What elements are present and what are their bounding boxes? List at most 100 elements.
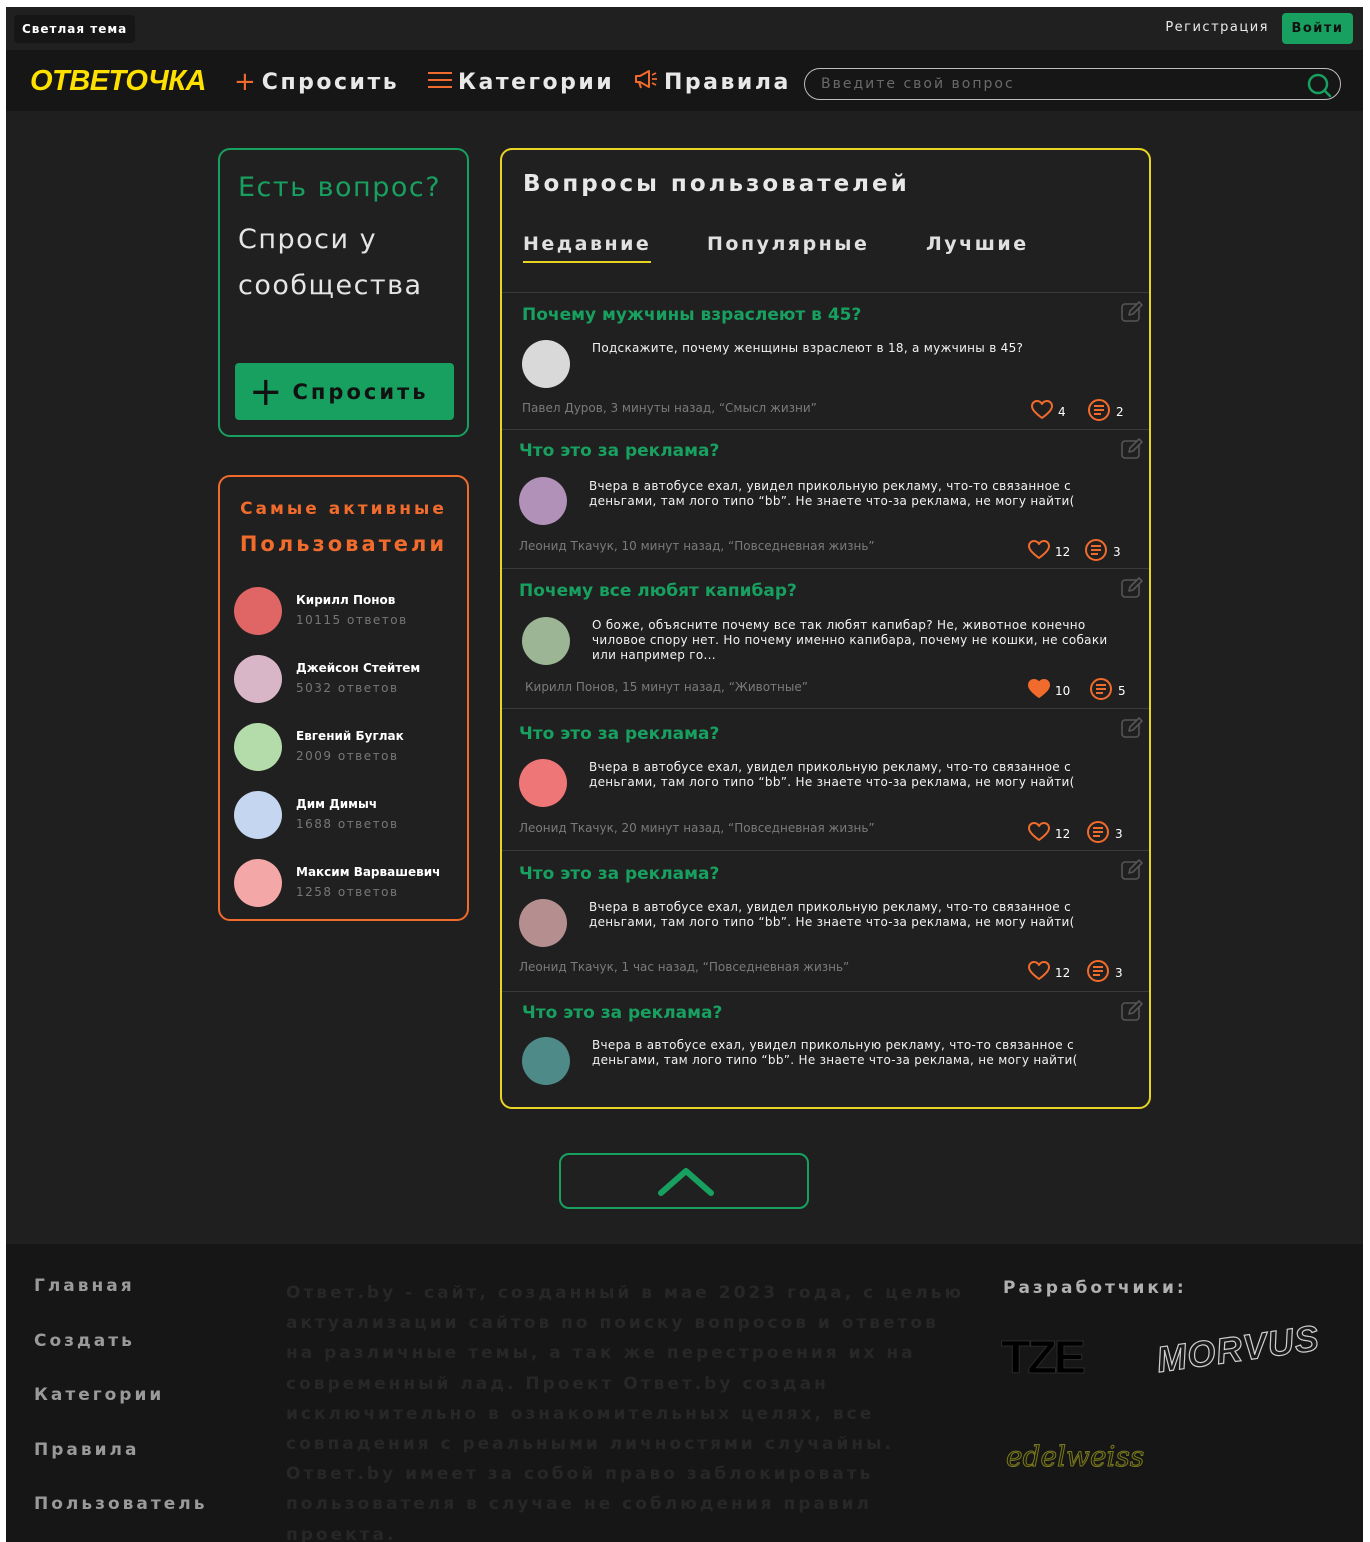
nav-rules-label: Правила — [664, 69, 791, 95]
question-body: Вчера в автобусе ехал, увидел прикольную… — [589, 760, 1075, 789]
question-body: Подскажите, почему женщины взраслеют в 1… — [592, 341, 1024, 355]
user-row[interactable]: Максим Варвашевич 1258 ответов — [234, 859, 464, 909]
user-answer-count: 1258 ответов — [296, 885, 399, 899]
footer-link-rules[interactable]: Правила — [34, 1440, 139, 1460]
avatar — [522, 1037, 570, 1085]
question-meta: Леонид Ткачук, 1 час назад, “Повседневна… — [519, 960, 850, 974]
footer-link-categories[interactable]: Категории — [34, 1385, 164, 1405]
user-answer-count: 10115 ответов — [296, 613, 408, 627]
user-row[interactable]: Дим Димыч 1688 ответов — [234, 791, 464, 841]
search-bar — [804, 68, 1341, 100]
like-button[interactable]: 12 — [1028, 822, 1070, 845]
question-item[interactable]: Что это за реклама? Вчера в автобусе ехал… — [502, 991, 1149, 1107]
comments-button[interactable]: 5 — [1089, 677, 1126, 704]
heart-icon — [1028, 679, 1055, 702]
nav-rules[interactable]: Правила — [634, 67, 791, 97]
comments-button[interactable]: 3 — [1086, 820, 1123, 847]
like-button[interactable]: 10 — [1028, 679, 1070, 702]
question-item[interactable]: Что это за реклама? Вчера в автобусе ехал… — [502, 429, 1149, 568]
question-meta: Кирилл Понов, 15 минут назад, “Животные” — [525, 680, 808, 694]
like-button[interactable]: 12 — [1028, 961, 1070, 984]
edit-icon[interactable] — [1120, 999, 1144, 1027]
comment-icon — [1086, 820, 1115, 847]
comment-count: 3 — [1115, 826, 1123, 841]
comments-button[interactable]: 2 — [1087, 398, 1124, 425]
heart-icon — [1031, 400, 1058, 423]
like-count: 12 — [1055, 544, 1071, 559]
question-item[interactable]: Что это за реклама? Вчера в автобусе ехал… — [502, 850, 1149, 991]
user-name: Джейсон Стейтем — [296, 661, 421, 675]
login-button[interactable]: Войти — [1282, 13, 1353, 44]
question-item[interactable]: Почему все любят капибар? О боже, объясни… — [502, 568, 1149, 708]
user-row[interactable]: Евгений Буглак 2009 ответов — [234, 723, 464, 773]
user-name: Кирилл Понов — [296, 593, 396, 607]
ask-card-subtitle: Спроси у сообщества — [238, 224, 423, 301]
comment-count: 3 — [1113, 544, 1121, 559]
tab-best[interactable]: Лучшие — [926, 233, 1029, 261]
footer-about-text: Ответ.by - сайт, созданный в мае 2023 го… — [286, 1283, 964, 1542]
edit-icon[interactable] — [1120, 858, 1144, 886]
questions-panel: Вопросы пользователей Недавние Популярны… — [500, 148, 1151, 1109]
question-title[interactable]: Что это за реклама? — [522, 1003, 722, 1023]
main-nav: ОТВЕТОЧКА + Спросить Категории Правила — [6, 50, 1363, 111]
megaphone-icon — [634, 67, 658, 97]
tab-recent[interactable]: Недавние — [523, 233, 652, 263]
theme-toggle-button[interactable]: Светлая тема — [14, 15, 136, 43]
question-title[interactable]: Почему мужчины взраслеют в 45? — [522, 305, 861, 325]
comment-count: 3 — [1115, 965, 1123, 980]
footer: Главная Создать Категории Правила Пользо… — [6, 1244, 1363, 1542]
nav-categories[interactable]: Категории — [428, 67, 614, 97]
comment-count: 2 — [1116, 404, 1124, 419]
like-count: 4 — [1058, 404, 1066, 419]
footer-link-home[interactable]: Главная — [34, 1276, 135, 1296]
question-item[interactable]: Почему мужчины взраслеют в 45? Подскажите… — [502, 292, 1149, 429]
search-input[interactable] — [821, 74, 1291, 94]
dev-logo-morvus: MORVUS — [1153, 1316, 1323, 1381]
user-answer-count: 1688 ответов — [296, 817, 399, 831]
plus-icon: + — [234, 67, 256, 97]
scroll-top-button[interactable] — [559, 1153, 809, 1209]
question-title[interactable]: Что это за реклама? — [519, 724, 719, 744]
comments-button[interactable]: 3 — [1084, 538, 1121, 565]
question-title[interactable]: Что это за реклама? — [519, 441, 719, 461]
avatar — [234, 587, 282, 635]
question-title[interactable]: Почему все любят капибар? — [519, 581, 797, 601]
nav-ask[interactable]: + Спросить — [234, 67, 399, 97]
search-icon[interactable] — [1306, 72, 1332, 102]
dev-logo-tze: TZE — [1001, 1331, 1087, 1384]
avatar — [522, 340, 570, 388]
footer-link-create[interactable]: Создать — [34, 1331, 135, 1351]
edit-icon[interactable] — [1120, 437, 1144, 465]
like-button[interactable]: 4 — [1031, 400, 1066, 423]
user-answer-count: 5032 ответов — [296, 681, 399, 695]
comments-button[interactable]: 3 — [1086, 959, 1123, 986]
page-frame: Светлая тема Регистрация Войти ОТВЕТОЧКА… — [6, 7, 1363, 1542]
edit-icon[interactable] — [1120, 300, 1144, 328]
question-title[interactable]: Что это за реклама? — [519, 864, 719, 884]
tab-popular[interactable]: Популярные — [707, 233, 869, 261]
like-button[interactable]: 12 — [1028, 540, 1070, 563]
question-meta: Леонид Ткачук, 20 минут назад, “Повседне… — [519, 821, 875, 835]
active-users-card: Самые активные Пользователи Кирилл Понов… — [218, 475, 469, 921]
user-row[interactable]: Кирилл Понов 10115 ответов — [234, 587, 464, 637]
question-body: О боже, объясните почему все так любят к… — [592, 618, 1108, 662]
menu-icon — [428, 67, 452, 97]
avatar — [519, 477, 567, 525]
question-item[interactable]: Что это за реклама? Вчера в автобусе ехал… — [502, 708, 1149, 850]
comment-count: 5 — [1118, 683, 1126, 698]
ask-question-card: Есть вопрос? Спроси у сообщества + Спрос… — [218, 148, 469, 437]
avatar — [234, 859, 282, 907]
top-bar: Светлая тема Регистрация Войти — [6, 7, 1363, 50]
user-row[interactable]: Джейсон Стейтем 5032 ответов — [234, 655, 464, 705]
footer-link-user[interactable]: Пользователь — [34, 1494, 207, 1514]
edit-icon[interactable] — [1120, 576, 1144, 604]
register-link[interactable]: Регистрация — [1165, 20, 1269, 35]
comment-icon — [1089, 677, 1118, 704]
edit-icon[interactable] — [1120, 716, 1144, 744]
ask-button[interactable]: + Спросить — [235, 363, 454, 420]
avatar — [522, 617, 570, 665]
nav-categories-label: Категории — [458, 69, 615, 95]
avatar — [234, 723, 282, 771]
question-body: Вчера в автобусе ехал, увидел прикольную… — [589, 900, 1075, 929]
site-logo[interactable]: ОТВЕТОЧКА — [30, 65, 206, 98]
